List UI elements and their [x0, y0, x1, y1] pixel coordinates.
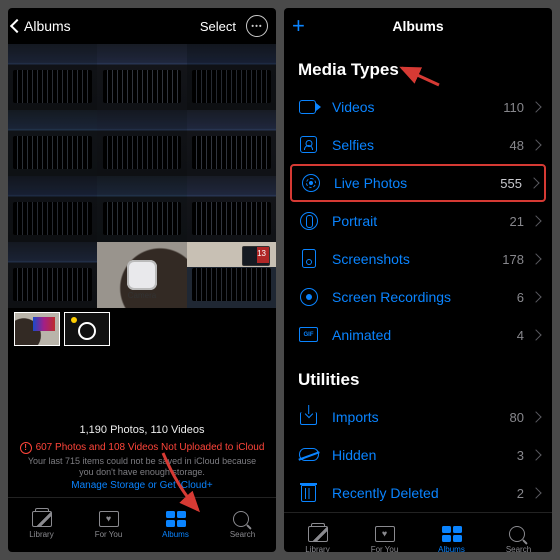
tab-library[interactable]: Library [8, 498, 75, 552]
scrubber[interactable] [8, 308, 276, 350]
photo-count-summary: 1,190 Photos, 110 Videos [8, 410, 276, 442]
navbar: + Albums [284, 8, 552, 44]
back-label: Albums [24, 18, 71, 34]
back-button[interactable]: Albums [8, 18, 71, 34]
row-imports[interactable]: Imports 80 [284, 398, 552, 436]
row-animated[interactable]: Animated 4 [284, 316, 552, 354]
row-videos[interactable]: Videos 110 [284, 88, 552, 126]
section-utilities: Utilities [284, 354, 552, 398]
photo-thumbnail[interactable] [8, 176, 97, 242]
for-you-icon [375, 526, 395, 542]
photo-thumbnail[interactable] [97, 44, 186, 110]
section-media-types: Media Types [284, 44, 552, 88]
error-icon [20, 442, 32, 454]
photo-thumbnail[interactable] [187, 176, 276, 242]
camera-lens-icon [134, 265, 150, 281]
row-portrait[interactable]: Portrait 21 [284, 202, 552, 240]
albums-icon [166, 511, 186, 527]
photo-thumbnail[interactable] [97, 110, 186, 176]
screen-recording-icon [298, 286, 320, 308]
tab-albums[interactable]: Albums [418, 513, 485, 552]
chevron-right-icon [530, 291, 541, 302]
chevron-right-icon [530, 139, 541, 150]
live-photos-icon [300, 172, 322, 194]
albums-list-screen: + Albums Media Types Videos 110 Selfies … [284, 8, 552, 552]
screenshots-icon [298, 248, 320, 270]
tab-library[interactable]: Library [284, 513, 351, 552]
upload-error: 607 Photos and 108 Videos Not Uploaded t… [8, 442, 276, 454]
portrait-icon [298, 210, 320, 232]
chevron-right-icon [530, 449, 541, 460]
camera-label: Camera [128, 291, 156, 300]
error-detail: Your last 715 items could not be saved i… [8, 454, 276, 481]
add-button[interactable]: + [284, 13, 305, 39]
tab-search[interactable]: Search [485, 513, 552, 552]
chevron-right-icon [530, 253, 541, 264]
tab-for-you[interactable]: For You [351, 513, 418, 552]
chevron-right-icon [530, 215, 541, 226]
imports-icon [298, 406, 320, 428]
animated-icon [298, 324, 320, 346]
selfies-icon [298, 134, 320, 156]
search-icon [509, 526, 525, 542]
photo-thumbnail[interactable]: 13 [187, 242, 276, 308]
chevron-right-icon [530, 101, 541, 112]
library-icon [32, 511, 52, 527]
more-icon[interactable] [246, 15, 268, 37]
tab-bar: Library For You Albums Search [8, 497, 276, 552]
photo-thumbnail-camera[interactable]: Camera [97, 242, 186, 308]
tab-search[interactable]: Search [209, 498, 276, 552]
chevron-left-icon [10, 19, 24, 33]
library-icon [308, 526, 328, 542]
photo-thumbnail[interactable] [97, 176, 186, 242]
tab-albums[interactable]: Albums [142, 498, 209, 552]
row-screenshots[interactable]: Screenshots 178 [284, 240, 552, 278]
chevron-right-icon [528, 177, 539, 188]
chevron-right-icon [530, 329, 541, 340]
tab-for-you[interactable]: For You [75, 498, 142, 552]
photo-thumbnail[interactable] [187, 110, 276, 176]
row-screen-recordings[interactable]: Screen Recordings 6 [284, 278, 552, 316]
scrubber-thumb[interactable] [64, 312, 110, 346]
page-title: Albums [392, 18, 443, 34]
chevron-right-icon [530, 487, 541, 498]
hidden-icon [298, 444, 320, 466]
scrubber-thumb[interactable] [14, 312, 60, 346]
manage-storage-link[interactable]: Manage Storage or Get iCloud+ [8, 480, 276, 497]
search-icon [233, 511, 249, 527]
error-text: 607 Photos and 108 Videos Not Uploaded t… [36, 442, 265, 453]
albums-icon [442, 526, 462, 542]
photo-grid: Camera 13 [8, 44, 276, 308]
photo-thumbnail[interactable] [187, 44, 276, 110]
photos-recents-screen: Albums Select Recents Camera 13 [8, 8, 276, 552]
select-button[interactable]: Select [200, 19, 236, 34]
row-recently-deleted[interactable]: Recently Deleted 2 [284, 474, 552, 512]
photo-thumbnail[interactable] [8, 44, 97, 110]
photo-thumbnail[interactable] [8, 242, 97, 308]
navbar: Albums Select [8, 8, 276, 44]
row-selfies[interactable]: Selfies 48 [284, 126, 552, 164]
row-live-photos[interactable]: Live Photos 555 [290, 164, 546, 202]
photo-thumbnail[interactable] [8, 110, 97, 176]
trash-icon [298, 482, 320, 504]
row-hidden[interactable]: Hidden 3 [284, 436, 552, 474]
for-you-icon [99, 511, 119, 527]
tab-bar: Library For You Albums Search [284, 512, 552, 552]
chevron-right-icon [530, 411, 541, 422]
video-icon [298, 96, 320, 118]
